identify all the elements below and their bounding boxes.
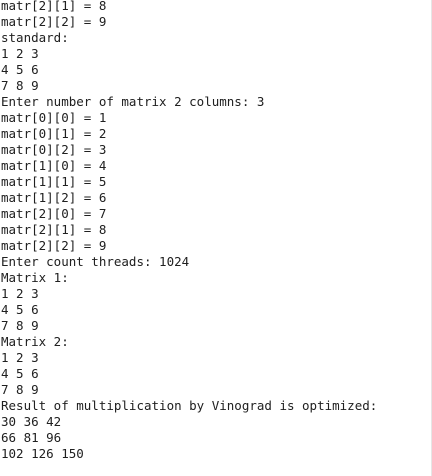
console-line: Result of multiplication by Vinograd is … xyxy=(1,398,378,413)
console-line: Enter number of matrix 2 columns: 3 xyxy=(1,94,265,109)
console-line: 1 2 3 xyxy=(1,46,39,61)
console-line: 66 81 96 xyxy=(1,430,62,445)
console-line: 102 126 150 xyxy=(1,446,84,461)
console-line: matr[1][0] = 4 xyxy=(1,158,107,173)
console-line: matr[1][2] = 6 xyxy=(1,190,107,205)
console-line: matr[2][1] = 8 xyxy=(1,222,107,237)
console-line: Enter count threads: 1024 xyxy=(1,254,190,269)
console-line: 1 2 3 xyxy=(1,350,39,365)
console-line: Matrix 1: xyxy=(1,270,69,285)
console-line: 7 8 9 xyxy=(1,382,39,397)
console-line: matr[0][0] = 1 xyxy=(1,110,107,125)
console-line: standard: xyxy=(1,30,69,45)
console-line: 4 5 6 xyxy=(1,302,39,317)
console-line: matr[0][1] = 2 xyxy=(1,126,107,141)
console-line: matr[1][1] = 5 xyxy=(1,174,107,189)
console-window[interactable]: matr[2][1] = 8 matr[2][2] = 9 standard: … xyxy=(0,0,432,476)
console-output: matr[2][1] = 8 matr[2][2] = 9 standard: … xyxy=(1,0,377,462)
console-line: 30 36 42 xyxy=(1,414,62,429)
console-line: matr[2][2] = 9 xyxy=(1,238,107,253)
console-line: 1 2 3 xyxy=(1,286,39,301)
console-line: 4 5 6 xyxy=(1,366,39,381)
console-line: 7 8 9 xyxy=(1,318,39,333)
console-line: matr[2][2] = 9 xyxy=(1,14,107,29)
console-line: matr[2][0] = 7 xyxy=(1,206,107,221)
console-line: 7 8 9 xyxy=(1,78,39,93)
console-line: matr[0][2] = 3 xyxy=(1,142,107,157)
console-line: Matrix 2: xyxy=(1,334,69,349)
console-line: matr[2][1] = 8 xyxy=(1,0,107,13)
console-line: 4 5 6 xyxy=(1,62,39,77)
